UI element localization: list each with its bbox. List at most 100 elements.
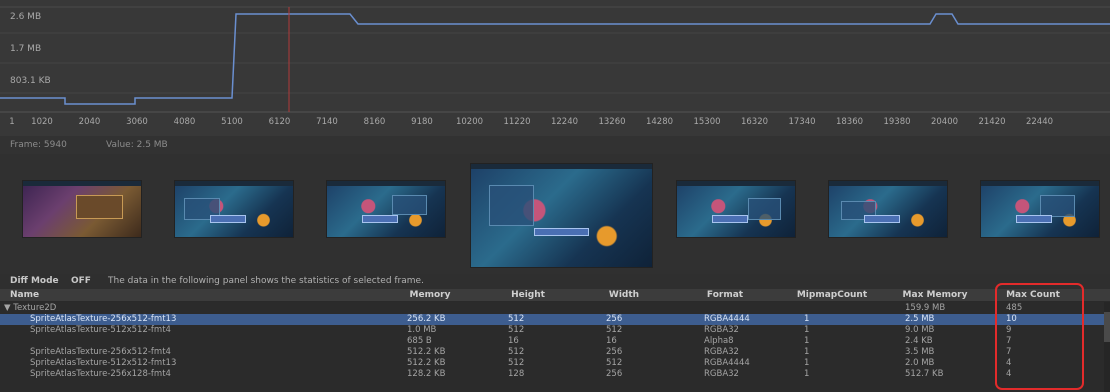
table-row[interactable]: SpriteAtlasTexture-256x128-fmt4 128.2 KB 1… bbox=[0, 369, 1104, 380]
x-tick-label: 16320 bbox=[740, 117, 769, 127]
cell-height: 512 bbox=[508, 314, 525, 324]
x-tick-label: 19380 bbox=[883, 117, 911, 127]
cell-width: 256 bbox=[606, 347, 623, 357]
cell-height: 16 bbox=[508, 336, 519, 346]
x-tick-label: 2040 bbox=[78, 117, 101, 127]
table-row[interactable]: SpriteAtlasTexture-256x512-fmt4 512.2 KB 5… bbox=[0, 347, 1104, 358]
diff-mode-bar: Diff Mode OFF The data in the following … bbox=[0, 274, 1110, 289]
cell-max-count: 9 bbox=[1006, 325, 1012, 335]
x-tick-label: 21420 bbox=[978, 117, 1006, 127]
cell-memory: 256.2 KB bbox=[407, 314, 446, 324]
cell-height: 512 bbox=[508, 347, 525, 357]
screenshot-thumbnail-selected[interactable] bbox=[470, 163, 653, 268]
x-tick-label: 11220 bbox=[503, 117, 531, 127]
cell-width: 256 bbox=[606, 314, 623, 324]
column-header-format[interactable]: Format bbox=[707, 290, 743, 300]
screenshot-thumbnail[interactable] bbox=[828, 180, 948, 238]
cell-max-memory: 512.7 KB bbox=[905, 369, 944, 379]
value-label: Value: 2.5 MB bbox=[106, 140, 168, 150]
x-tick-label: 10200 bbox=[455, 117, 484, 127]
table-row[interactable]: SpriteAtlasTexture-512x512-fmt13 512.2 KB… bbox=[0, 358, 1104, 369]
cell-mipmap: 1 bbox=[804, 325, 810, 335]
x-tick-label: 12240 bbox=[550, 117, 579, 127]
screenshot-thumbnail[interactable] bbox=[22, 180, 142, 238]
table-scrollbar[interactable] bbox=[1104, 302, 1110, 392]
x-tick-label: 15300 bbox=[693, 117, 721, 127]
scrollbar-thumb[interactable] bbox=[1104, 312, 1110, 342]
x-tick-label: 22440 bbox=[1025, 117, 1054, 127]
cell-max-count: 10 bbox=[1006, 314, 1017, 324]
table-row-selected[interactable]: SpriteAtlasTexture-256x512-fmt13 256.2 KB… bbox=[0, 314, 1104, 325]
cell-memory: 128.2 KB bbox=[407, 369, 446, 379]
x-tick-label: 8160 bbox=[363, 117, 386, 127]
cell-format: RGBA32 bbox=[704, 369, 739, 379]
y-label-2: 1.7 MB bbox=[10, 44, 42, 54]
memory-series-line bbox=[0, 13, 1110, 105]
column-header-width[interactable]: Width bbox=[609, 290, 639, 300]
x-tick-label: 3060 bbox=[126, 117, 148, 127]
screenshot-thumbnail[interactable] bbox=[326, 180, 446, 238]
cell-height: 512 bbox=[508, 325, 525, 335]
cell-format: RGBA32 bbox=[704, 325, 739, 335]
cell-width: 256 bbox=[606, 369, 623, 379]
screenshot-thumbnail[interactable] bbox=[676, 180, 796, 238]
x-tick-label: 14280 bbox=[645, 117, 674, 127]
column-header-mipmap[interactable]: MipmapCount bbox=[797, 290, 867, 300]
column-header-height[interactable]: Height bbox=[511, 290, 545, 300]
column-header-max-count[interactable]: Max Count bbox=[1006, 290, 1060, 300]
table-row[interactable]: SpriteAtlasTexture-512x512-fmt4 1.0 MB 512… bbox=[0, 325, 1104, 336]
x-tick-label: 7140 bbox=[316, 117, 338, 127]
cell-name: SpriteAtlasTexture-256x512-fmt4 bbox=[30, 347, 171, 357]
cell-max-memory: 9.0 MB bbox=[905, 325, 935, 335]
cell-memory: 1.0 MB bbox=[407, 325, 437, 335]
cell-format: RGBA32 bbox=[704, 347, 739, 357]
x-tick-label: 20400 bbox=[930, 117, 959, 127]
group-max-memory: 159.9 MB bbox=[905, 303, 946, 313]
cell-format: RGBA4444 bbox=[704, 314, 750, 324]
cell-max-count: 4 bbox=[1006, 369, 1012, 379]
cell-mipmap: 1 bbox=[804, 314, 810, 324]
column-header-memory[interactable]: Memory bbox=[410, 290, 451, 300]
cell-max-memory: 2.0 MB bbox=[905, 358, 935, 368]
cell-max-memory: 2.4 KB bbox=[905, 336, 933, 346]
group-name[interactable]: ▼ Texture2D bbox=[4, 303, 56, 313]
screenshot-thumbnail[interactable] bbox=[174, 180, 294, 238]
x-tick-label: 18360 bbox=[835, 117, 864, 127]
cell-mipmap: 1 bbox=[804, 358, 810, 368]
group-max-count: 485 bbox=[1006, 303, 1023, 313]
screenshot-strip bbox=[0, 154, 1110, 274]
cell-memory: 685 B bbox=[407, 336, 432, 346]
cell-mipmap: 1 bbox=[804, 369, 810, 379]
x-tick-label: 1 bbox=[9, 117, 15, 127]
cell-name: SpriteAtlasTexture-256x512-fmt13 bbox=[30, 314, 177, 324]
diff-mode-note: The data in the following panel shows th… bbox=[108, 276, 424, 286]
cell-width: 512 bbox=[606, 358, 623, 368]
diff-mode-toggle[interactable]: OFF bbox=[71, 276, 91, 286]
x-tick-label: 17340 bbox=[788, 117, 816, 127]
cell-max-memory: 3.5 MB bbox=[905, 347, 935, 357]
y-label-3: 803.1 KB bbox=[10, 76, 51, 86]
diff-mode-label: Diff Mode bbox=[10, 276, 59, 286]
cell-max-memory: 2.5 MB bbox=[905, 314, 935, 324]
cell-height: 128 bbox=[508, 369, 525, 379]
column-header-max-memory[interactable]: Max Memory bbox=[903, 290, 968, 300]
frame-info-bar: Frame: 5940 Value: 2.5 MB bbox=[0, 136, 1110, 154]
cell-width: 16 bbox=[606, 336, 617, 346]
cell-name: SpriteAtlasTexture-256x128-fmt4 bbox=[30, 369, 171, 379]
cell-mipmap: 1 bbox=[804, 336, 810, 346]
x-tick-label: 9180 bbox=[411, 117, 433, 127]
memory-line-chart bbox=[0, 6, 1110, 113]
x-tick-label: 5100 bbox=[221, 117, 243, 127]
column-header-name[interactable]: Name bbox=[10, 290, 39, 300]
frame-label: Frame: 5940 bbox=[10, 140, 67, 150]
memory-graph[interactable]: 2.6 MB 1.7 MB 803.1 KB 1 1020 2040 3060 4080… bbox=[0, 0, 1110, 136]
cell-format: RGBA4444 bbox=[704, 358, 750, 368]
table-group-row[interactable]: ▼ Texture2D 159.9 MB 485 bbox=[0, 303, 1104, 314]
table-row[interactable]: 685 B 16 16 Alpha8 1 2.4 KB 7 bbox=[0, 336, 1104, 347]
x-tick-label: 1020 bbox=[31, 117, 53, 127]
x-tick-label: 6120 bbox=[268, 117, 291, 127]
cell-memory: 512.2 KB bbox=[407, 347, 446, 357]
screenshot-thumbnail[interactable] bbox=[980, 180, 1100, 238]
cell-max-count: 4 bbox=[1006, 358, 1012, 368]
y-label-1: 2.6 MB bbox=[10, 12, 42, 22]
